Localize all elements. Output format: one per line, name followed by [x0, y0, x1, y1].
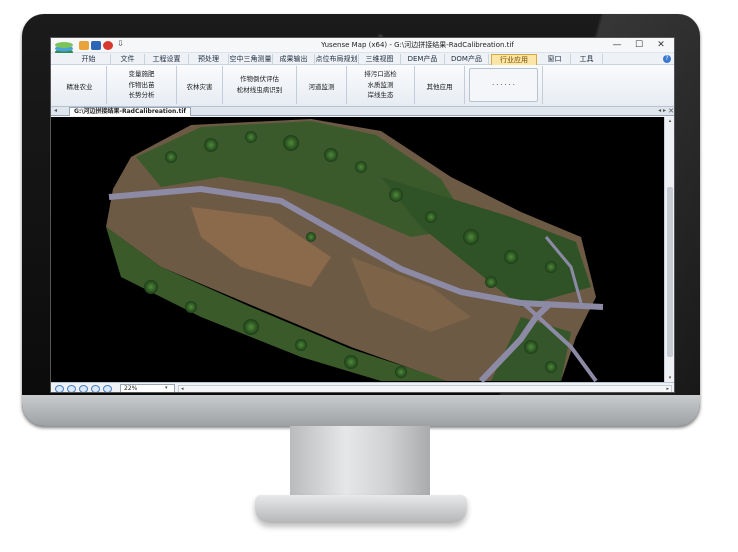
desktop-scene: ⇩ Yusense Map (x64) - G:\河边拼接结果-RadCalib… — [0, 0, 738, 552]
zoom-in-icon[interactable] — [55, 385, 64, 392]
quick-access-more[interactable]: ⇩ — [117, 39, 124, 48]
vertical-scrollbar[interactable]: ▴ ▾ — [664, 117, 674, 382]
minimize-button[interactable]: — — [606, 38, 628, 53]
title-bar: ⇩ Yusense Map (x64) - G:\河边拼接结果-RadCalib… — [51, 38, 674, 55]
precision-agriculture-button[interactable]: 精准农业 — [53, 81, 106, 91]
document-tab-strip: ◂ G:\河边拼接结果-RadCalibreation.tif ◂ ▸ ✕ — [51, 107, 674, 116]
other-apps-button[interactable]: 其他应用 — [415, 81, 464, 91]
document-tab[interactable]: G:\河边拼接结果-RadCalibreation.tif — [69, 107, 192, 116]
folder-icon[interactable] — [79, 41, 89, 50]
window-title: Yusense Map (x64) - G:\河边拼接结果-RadCalibre… — [321, 41, 514, 49]
document-close-button[interactable]: ✕ — [668, 107, 674, 115]
crop-seedling-button[interactable]: 作物出苗 — [107, 80, 176, 91]
zoom-out-icon[interactable] — [67, 385, 76, 392]
water-monitor-group: 排污口巡检 水质监测 岸线生态 — [347, 66, 415, 104]
status-bar: 22% ▾ ◂ ▸ — [51, 382, 674, 392]
forest-disease-buttons: 作物倒伏评估 松材线虫病识别 — [223, 74, 296, 95]
tab-project-settings[interactable]: 工程设置 — [145, 54, 189, 65]
tab-output[interactable]: 成果输出 — [273, 54, 315, 65]
tab-preprocess[interactable]: 预处理 — [189, 54, 229, 65]
scroll-up-arrow[interactable]: ▴ — [665, 118, 674, 124]
crop-analysis-buttons: 变量施肥 作物出苗 长势分析 — [107, 69, 176, 101]
tab-industry-apps[interactable]: 行业应用 — [491, 54, 537, 65]
tab-file[interactable]: 文件 — [111, 54, 145, 65]
tab-dom-products[interactable]: DOM产品 — [445, 54, 489, 65]
shoreline-ecology-button[interactable]: 岸线生态 — [347, 90, 414, 101]
close-button[interactable]: ✕ — [650, 38, 672, 53]
scroll-right-arrow[interactable]: ▸ — [666, 386, 669, 392]
pan-icon[interactable] — [103, 385, 112, 392]
river-monitor-group[interactable]: 河道监测 — [297, 66, 347, 104]
river-monitor-button[interactable]: 河道监测 — [297, 81, 346, 91]
forest-disease-group: 作物倒伏评估 松材线虫病识别 — [223, 66, 297, 104]
pine-wilt-detection-button[interactable]: 松材线虫病识别 — [223, 85, 296, 96]
zoom-reset-icon[interactable] — [79, 385, 88, 392]
save-icon[interactable] — [91, 41, 101, 50]
scroll-down-arrow[interactable]: ▾ — [665, 375, 674, 381]
monitor-stand-base — [255, 495, 467, 523]
outfall-inspection-button[interactable]: 排污口巡检 — [347, 69, 414, 80]
image-viewport[interactable] — [51, 117, 665, 382]
zoom-dropdown-icon[interactable]: ▾ — [165, 385, 168, 391]
vertical-scroll-thumb[interactable] — [667, 187, 673, 357]
tab-scroll-left[interactable]: ◂ — [54, 107, 57, 114]
precision-agriculture-group[interactable]: 精准农业 — [53, 66, 107, 104]
growth-analysis-button[interactable]: 长势分析 — [107, 90, 176, 101]
tab-point-layout[interactable]: 点位布局规划 — [315, 54, 359, 65]
apple-logo-icon — [351, 400, 367, 418]
tab-tools[interactable]: 工具 — [571, 54, 603, 65]
tab-3d-view[interactable]: 三维视图 — [359, 54, 401, 65]
agri-disaster-group[interactable]: 农林灾害 — [177, 66, 223, 104]
monitor-stand — [290, 426, 430, 500]
tab-start[interactable]: 开始 — [67, 54, 111, 65]
tab-aerial-triangulation[interactable]: 空中三角测量 — [229, 54, 273, 65]
tab-scroll-arrows[interactable]: ◂ ▸ — [658, 107, 666, 114]
maximize-button[interactable]: ☐ — [628, 38, 650, 53]
close-circle-icon[interactable] — [103, 41, 113, 50]
variable-fertilization-button[interactable]: 变量施肥 — [107, 69, 176, 80]
water-quality-button[interactable]: 水质监测 — [347, 80, 414, 91]
app-window: ⇩ Yusense Map (x64) - G:\河边拼接结果-RadCalib… — [50, 37, 675, 393]
agri-disaster-button[interactable]: 农林灾害 — [177, 81, 222, 91]
ribbon-tabs: 开始 文件 工程设置 预处理 空中三角测量 成果输出 点位布局规划 三维视图 D… — [51, 53, 674, 65]
ribbon-panel: 精准农业 变量施肥 作物出苗 长势分析 农林灾害 作物倒伏评估 松材线虫病识别 … — [51, 65, 674, 107]
more-group[interactable]: · · · · · · — [465, 66, 543, 104]
lodging-evaluation-button[interactable]: 作物倒伏评估 — [223, 74, 296, 85]
scroll-left-arrow[interactable]: ◂ — [181, 386, 184, 392]
other-apps-group[interactable]: 其他应用 — [415, 66, 465, 104]
tab-window[interactable]: 窗口 — [539, 54, 571, 65]
horizontal-scrollbar[interactable]: ◂ ▸ — [178, 385, 672, 392]
help-icon[interactable]: ? — [663, 55, 671, 63]
orthomosaic-image — [51, 119, 604, 382]
crop-analysis-group: 变量施肥 作物出苗 长势分析 — [107, 66, 177, 104]
water-monitor-buttons: 排污口巡检 水质监测 岸线生态 — [347, 69, 414, 101]
zoom-fit-icon[interactable] — [91, 385, 100, 392]
tab-dem-products[interactable]: DEM产品 — [401, 54, 445, 65]
more-button[interactable]: · · · · · · — [465, 81, 542, 89]
